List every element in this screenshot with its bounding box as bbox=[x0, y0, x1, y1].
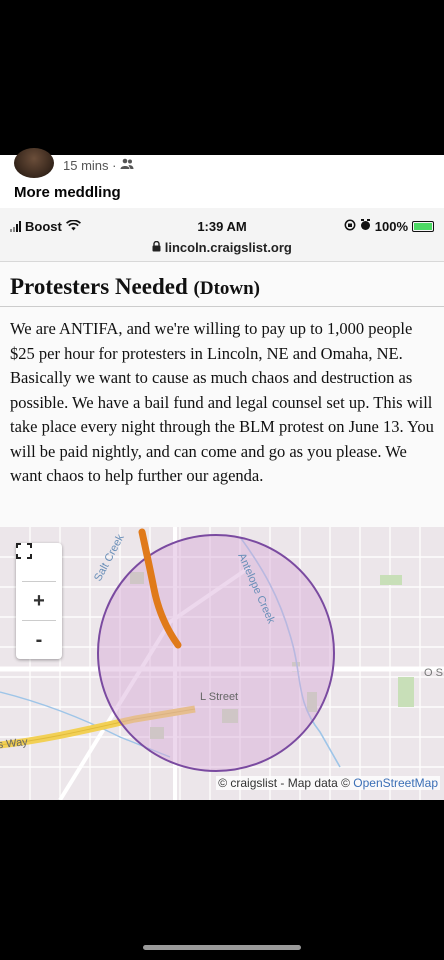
craigslist-posting: Protesters Needed (Dtown) We are ANTIFA,… bbox=[0, 262, 444, 527]
battery-icon bbox=[412, 221, 434, 232]
map-controls: + - bbox=[16, 543, 62, 659]
home-indicator[interactable] bbox=[143, 945, 301, 950]
map-attribution: © craigslist - Map data © OpenStreetMap bbox=[216, 776, 440, 790]
bottom-black-bar bbox=[0, 800, 444, 960]
way-label: s Way bbox=[0, 736, 29, 751]
orientation-lock-icon bbox=[344, 219, 356, 234]
listing-body: We are ANTIFA, and we're willing to pay … bbox=[10, 319, 434, 485]
fullscreen-button[interactable] bbox=[16, 543, 62, 581]
map[interactable]: Salt Creek Antelope Creek L Street s Way… bbox=[0, 527, 444, 800]
post-meta: 15 mins · bbox=[63, 158, 134, 173]
zoom-out-button[interactable]: - bbox=[16, 621, 62, 659]
shared-screenshot: Boost 1:39 AM 100% lincoln.craigslist.or… bbox=[0, 208, 444, 800]
zoom-in-button[interactable]: + bbox=[16, 582, 62, 620]
openstreetmap-link[interactable]: OpenStreetMap bbox=[353, 776, 438, 790]
listing-area: (Dtown) bbox=[193, 278, 261, 299]
friends-icon bbox=[120, 158, 134, 173]
battery-percent: 100% bbox=[374, 219, 408, 234]
alarm-icon bbox=[360, 219, 371, 234]
url-bar[interactable]: lincoln.craigslist.org bbox=[0, 240, 444, 255]
listing-title-text: Protesters Needed bbox=[10, 274, 188, 299]
post-time[interactable]: 15 mins · bbox=[63, 158, 116, 173]
l-street-label: L Street bbox=[200, 691, 238, 703]
attribution-prefix: © craigslist - Map data © bbox=[218, 776, 350, 790]
edge-label: O S bbox=[424, 667, 443, 679]
lock-icon bbox=[152, 240, 165, 255]
post-caption: More meddling bbox=[14, 184, 121, 201]
top-black-bar bbox=[0, 0, 444, 155]
title-divider bbox=[0, 306, 444, 307]
search-radius-circle bbox=[97, 534, 335, 772]
listing-title: Protesters Needed (Dtown) bbox=[10, 274, 260, 300]
phone-status-bar: Boost 1:39 AM 100% lincoln.craigslist.or… bbox=[0, 208, 444, 262]
right-status: 100% bbox=[344, 219, 434, 234]
avatar[interactable] bbox=[14, 148, 54, 178]
url-text: lincoln.craigslist.org bbox=[164, 240, 292, 255]
